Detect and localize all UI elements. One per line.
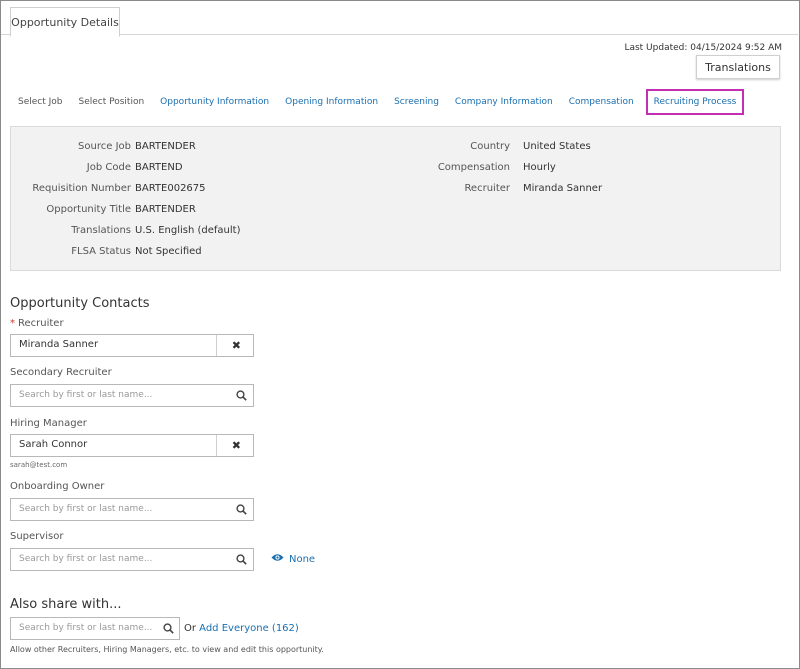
summary-label-recruiter: Recruiter xyxy=(464,183,510,194)
also-share-title: Also share with... xyxy=(10,597,122,612)
field-divider xyxy=(216,435,217,456)
step-opening-information[interactable]: Opening Information xyxy=(277,89,386,115)
top-tab-bar: Opportunity Details xyxy=(1,1,798,37)
supervisor-search-input[interactable]: Search by first or last name... xyxy=(10,548,254,571)
last-updated-text: Last Updated: 04/15/2024 9:52 AM xyxy=(624,43,782,53)
summary-label-flsa-status: FLSA Status xyxy=(71,246,131,257)
summary-label-translations: Translations xyxy=(71,225,131,236)
summary-label-job-code: Job Code xyxy=(86,162,131,173)
recruiter-field[interactable]: Miranda Sanner ✖ xyxy=(10,334,254,357)
step-company-information[interactable]: Company Information xyxy=(447,89,561,115)
share-note: Allow other Recruiters, Hiring Managers,… xyxy=(10,645,324,654)
onboarding-owner-label: Onboarding Owner xyxy=(10,481,105,492)
clear-recruiter-icon[interactable]: ✖ xyxy=(232,339,241,352)
required-marker: * xyxy=(10,318,15,329)
search-icon[interactable] xyxy=(236,504,247,518)
secondary-recruiter-search-input[interactable]: Search by first or last name... xyxy=(10,384,254,407)
search-icon[interactable] xyxy=(236,554,247,568)
secondary-recruiter-placeholder: Search by first or last name... xyxy=(19,390,153,400)
share-or-line: Or Add Everyone (162) xyxy=(184,623,299,634)
recruiter-label: * Recruiter xyxy=(10,318,64,329)
summary-value-recruiter: Miranda Sanner xyxy=(523,183,603,194)
tab-opportunity-details[interactable]: Opportunity Details xyxy=(10,7,120,37)
summary-value-opportunity-title: BARTENDER xyxy=(135,204,196,215)
summary-label-compensation: Compensation xyxy=(437,162,510,173)
opportunity-contacts-title: Opportunity Contacts xyxy=(10,296,150,311)
visibility-none-label: None xyxy=(289,553,316,565)
hiring-manager-value: Sarah Connor xyxy=(19,439,88,450)
supervisor-placeholder: Search by first or last name... xyxy=(19,554,153,564)
step-screening[interactable]: Screening xyxy=(386,89,447,115)
summary-label-source-job: Source Job xyxy=(78,141,131,152)
summary-value-flsa-status: Not Specified xyxy=(135,246,202,257)
summary-value-country: United States xyxy=(523,141,591,152)
translations-button[interactable]: Translations xyxy=(696,55,780,79)
summary-value-compensation: Hourly xyxy=(523,162,556,173)
secondary-recruiter-label: Secondary Recruiter xyxy=(10,367,112,378)
clear-hiring-manager-icon[interactable]: ✖ xyxy=(232,439,241,452)
or-text: Or xyxy=(184,623,196,634)
add-everyone-link[interactable]: Add Everyone (162) xyxy=(199,623,299,634)
step-select-position[interactable]: Select Position xyxy=(71,89,153,115)
search-icon[interactable] xyxy=(236,390,247,404)
hiring-manager-email: sarah@test.com xyxy=(10,461,68,469)
supervisor-label: Supervisor xyxy=(10,531,64,542)
step-opportunity-information[interactable]: Opportunity Information xyxy=(152,89,277,115)
hiring-manager-label: Hiring Manager xyxy=(10,418,87,429)
supervisor-visibility-link[interactable]: None xyxy=(271,553,315,565)
recruiter-label-text: Recruiter xyxy=(18,318,64,329)
summary-value-job-code: BARTEND xyxy=(135,162,183,173)
field-divider xyxy=(216,335,217,356)
step-recruiting-process[interactable]: Recruiting Process xyxy=(645,88,745,115)
summary-value-requisition-number: BARTE002675 xyxy=(135,183,206,194)
hiring-manager-field[interactable]: Sarah Connor ✖ xyxy=(10,434,254,457)
onboarding-owner-placeholder: Search by first or last name... xyxy=(19,504,153,514)
onboarding-owner-search-input[interactable]: Search by first or last name... xyxy=(10,498,254,521)
summary-value-translations: U.S. English (default) xyxy=(135,225,241,236)
wizard-steps: Select Job Select Position Opportunity I… xyxy=(10,88,745,115)
step-select-job[interactable]: Select Job xyxy=(10,89,71,115)
summary-value-source-job: BARTENDER xyxy=(135,141,196,152)
search-icon[interactable] xyxy=(163,623,174,637)
summary-label-country: Country xyxy=(470,141,510,152)
opportunity-summary-panel: Source Job BARTENDER Job Code BARTEND Re… xyxy=(10,126,781,271)
share-placeholder: Search by first or last name... xyxy=(19,623,153,633)
summary-label-opportunity-title: Opportunity Title xyxy=(46,204,131,215)
share-search-input[interactable]: Search by first or last name... xyxy=(10,617,180,640)
recruiter-value: Miranda Sanner xyxy=(19,339,99,350)
summary-label-requisition-number: Requisition Number xyxy=(32,183,131,194)
eye-icon xyxy=(271,553,284,565)
step-compensation[interactable]: Compensation xyxy=(561,89,642,115)
